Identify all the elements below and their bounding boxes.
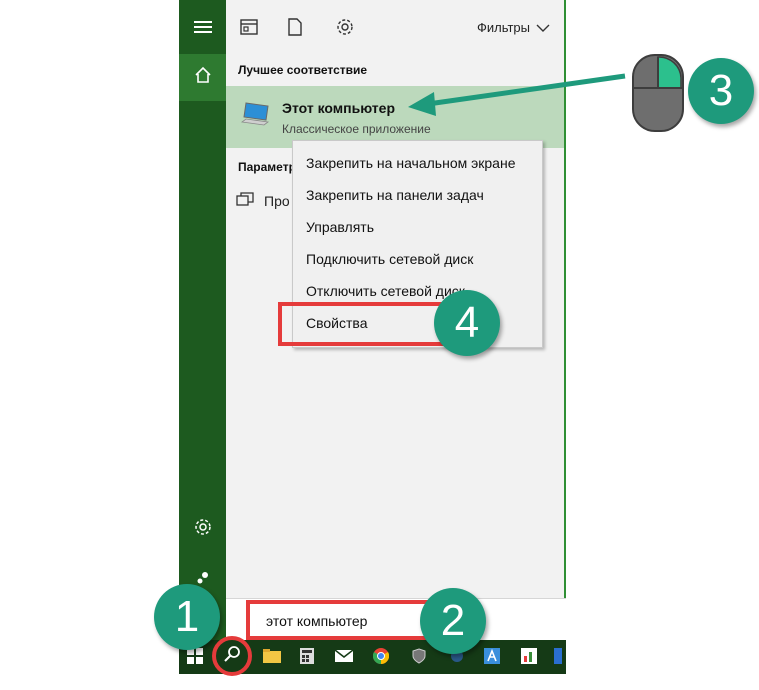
- chevron-down-icon: [536, 20, 550, 35]
- mouse-right-click-icon: [632, 54, 684, 132]
- taskbar-mail[interactable]: [334, 647, 354, 667]
- settings-result-item[interactable]: Про: [236, 192, 290, 209]
- settings-heading: Параметр: [238, 160, 296, 174]
- settings-filter-button[interactable]: [334, 18, 356, 40]
- document-icon: [288, 17, 302, 41]
- folder-icon: [263, 648, 281, 666]
- taskbar-font-app[interactable]: [482, 647, 502, 667]
- best-match-heading: Лучшее соответствие: [238, 63, 368, 77]
- gear-icon: [336, 18, 354, 41]
- taskbar-app-edge[interactable]: [551, 647, 565, 667]
- menu-item-manage[interactable]: Управлять: [306, 219, 374, 235]
- start-left-rail: [179, 0, 226, 640]
- menu-item-pin-taskbar[interactable]: Закрепить на панели задач: [306, 187, 484, 203]
- hamburger-menu-button[interactable]: [179, 6, 226, 53]
- taskbar-calculator[interactable]: [297, 647, 317, 667]
- font-app-icon: [484, 647, 500, 667]
- taskbar-chrome[interactable]: [371, 647, 391, 667]
- settings-button[interactable]: [179, 506, 226, 553]
- menu-item-disconnect-drive[interactable]: Отключить сетевой диск: [306, 283, 465, 299]
- step-badge-1: 1: [154, 584, 220, 650]
- home-button[interactable]: [179, 54, 226, 101]
- apps-icon: [240, 18, 258, 40]
- taskbar-chart-app[interactable]: [519, 647, 539, 667]
- filters-label: Фильтры: [476, 20, 530, 35]
- documents-filter-button[interactable]: [284, 17, 306, 41]
- hamburger-icon: [193, 20, 212, 39]
- best-match-subtitle: Классическое приложение: [282, 122, 431, 136]
- step-badge-3: 3: [688, 58, 754, 124]
- filters-dropdown[interactable]: Фильтры: [477, 20, 550, 35]
- start-button[interactable]: [185, 647, 205, 667]
- results-toolbar: Фильтры: [226, 0, 564, 57]
- taskbar-game-app[interactable]: [409, 647, 429, 667]
- search-taskbar-button[interactable]: [212, 636, 252, 676]
- windows-icon: [187, 647, 203, 667]
- menu-item-map-drive[interactable]: Подключить сетевой диск: [306, 251, 473, 267]
- mail-icon: [334, 648, 354, 665]
- step-badge-4: 4: [434, 290, 500, 356]
- app-icon: [554, 647, 562, 667]
- shield-icon: [411, 647, 427, 667]
- settings-result-label: Про: [264, 192, 290, 209]
- menu-item-pin-start[interactable]: Закрепить на начальном экране: [306, 155, 516, 171]
- step-badge-2: 2: [420, 588, 486, 654]
- search-icon: [223, 645, 241, 668]
- calculator-icon: [300, 647, 314, 667]
- home-icon: [194, 66, 212, 89]
- pointer-arrow: [408, 73, 626, 116]
- properties-highlight: [278, 302, 444, 346]
- chrome-icon: [372, 647, 390, 667]
- apps-filter-button[interactable]: [238, 18, 260, 40]
- best-match-title: Этот компьютер: [282, 100, 395, 116]
- search-input-highlight: [246, 600, 442, 640]
- window-icon: [236, 192, 254, 209]
- gear-icon: [194, 518, 212, 541]
- computer-icon: [238, 100, 272, 135]
- taskbar-file-explorer[interactable]: [262, 647, 282, 667]
- chart-icon: [521, 647, 537, 667]
